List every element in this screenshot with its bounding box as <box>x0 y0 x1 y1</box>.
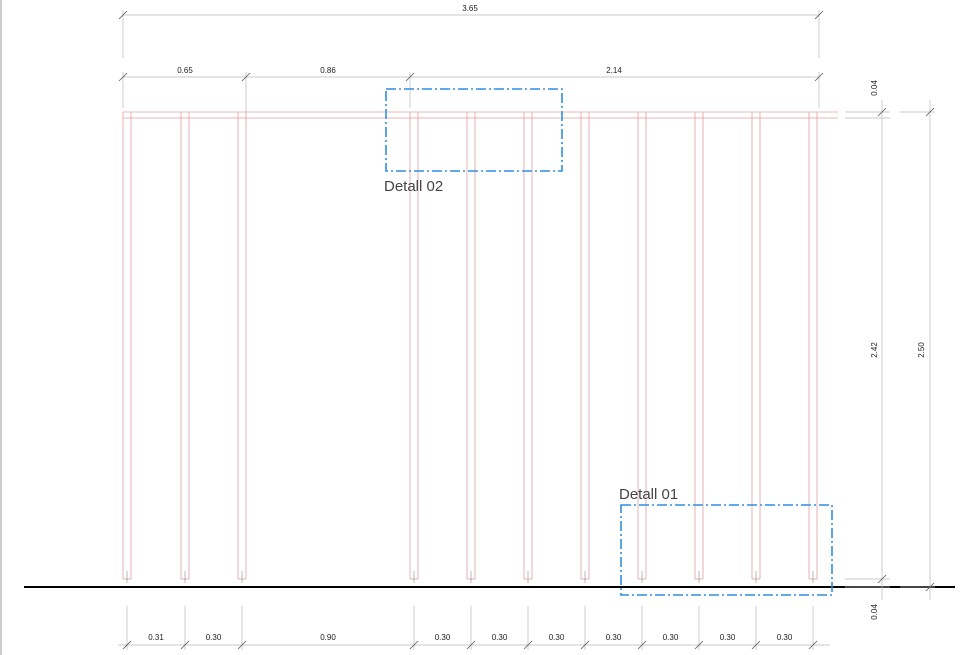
stud <box>580 112 590 583</box>
stud <box>523 112 533 583</box>
stud <box>180 112 190 583</box>
dim-top-plate: 0.04 <box>870 80 879 96</box>
top-overall-dimension: 3.65 <box>118 4 824 58</box>
stud <box>466 112 476 583</box>
dim-overall-width: 3.65 <box>462 4 478 13</box>
studs <box>122 112 818 583</box>
detail-02-box[interactable] <box>385 88 563 172</box>
bottom-dim-label: 0.30 <box>492 633 508 642</box>
bottom-dim-label: 0.30 <box>206 633 222 642</box>
bottom-dimensions: 0.31 0.30 0.90 0.30 0.30 0.30 0.30 0.30 0.30 0.30 <box>118 606 830 650</box>
detail-02[interactable]: Detall 02 <box>384 88 563 195</box>
detail-01-box[interactable] <box>620 504 833 596</box>
bottom-dim-label: 0.30 <box>663 633 679 642</box>
stud <box>751 112 761 583</box>
stud <box>237 112 247 583</box>
bottom-dim-label: 0.30 <box>549 633 565 642</box>
dim-segment-2: 0.86 <box>320 66 336 75</box>
dim-segment-3: 2.14 <box>606 66 622 75</box>
bottom-dim-label: 0.30 <box>777 633 793 642</box>
stud <box>694 112 704 583</box>
detail-01-label: Detall 01 <box>619 486 678 503</box>
stud <box>122 112 132 583</box>
dim-wall-height: 2.42 <box>870 342 879 358</box>
bottom-dim-label: 0.30 <box>606 633 622 642</box>
top-plate <box>123 111 838 119</box>
bottom-dim-label: 0.90 <box>320 633 336 642</box>
detail-02-label: Detall 02 <box>384 178 443 195</box>
dim-bottom-plate: 0.04 <box>870 604 879 620</box>
stud <box>808 112 818 583</box>
bottom-dim-label: 0.31 <box>148 633 164 642</box>
detail-01[interactable]: Detall 01 <box>619 486 833 596</box>
right-dimensions: 0.04 2.42 2.50 0.04 <box>845 80 935 620</box>
bottom-dim-label: 0.30 <box>720 633 736 642</box>
bottom-dim-label: 0.30 <box>435 633 451 642</box>
stud <box>637 112 647 583</box>
elevation-drawing: 3.65 0.65 0.86 2.14 0.31 0.30 0.90 0.30 0.30… <box>0 0 955 655</box>
dim-segment-1: 0.65 <box>177 66 193 75</box>
dim-overall-height: 2.50 <box>917 342 926 358</box>
